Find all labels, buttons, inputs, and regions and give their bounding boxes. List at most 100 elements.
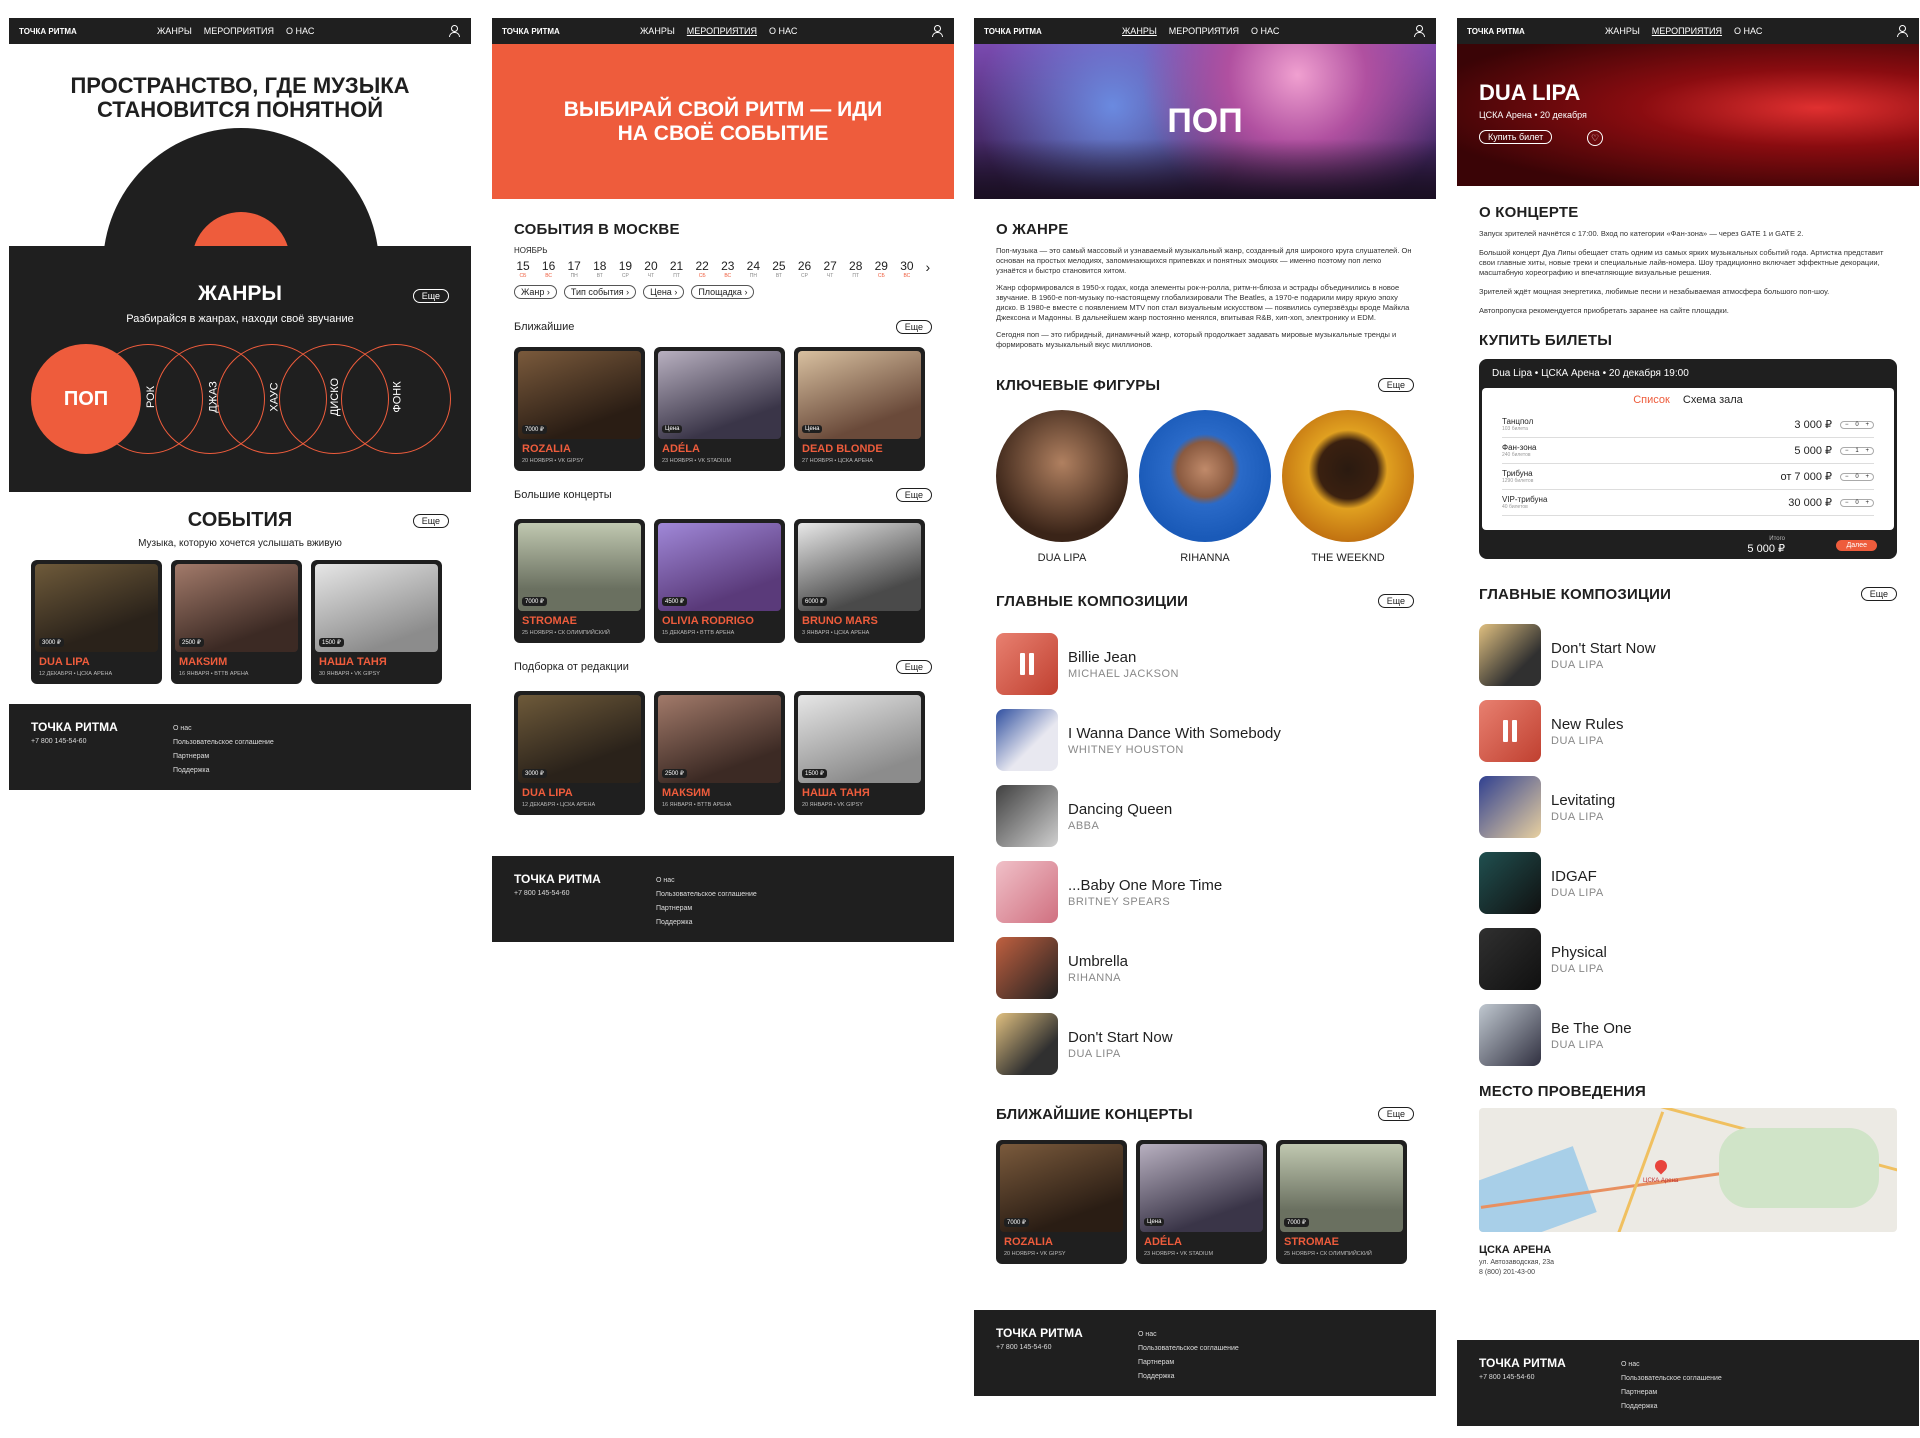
event-card[interactable]: 7000 ₽ STROMAE 25 НОЯБРЯ • СК ОЛИМПИЙСКИЙ — [514, 519, 645, 643]
song-row[interactable]: Be The One DUA LIPA — [1457, 997, 1919, 1073]
footer-link-support[interactable]: Поддержка — [1621, 1400, 1722, 1414]
song-row[interactable]: Don't Start Now DUA LIPA — [974, 1006, 1436, 1082]
genres-more-button[interactable]: Еще — [412, 289, 449, 303]
footer-link-partners[interactable]: Партнерам — [1138, 1356, 1239, 1370]
nav-about[interactable]: О НАС — [769, 26, 797, 36]
event-card[interactable]: Цена DEAD BLONDE 27 НОЯБРЯ • ЦСКА АРЕНА — [794, 347, 925, 471]
tab-seat-map[interactable]: Схема зала — [1683, 394, 1743, 406]
event-card[interactable]: 1500 ₽ НАША ТАНЯ 30 ЯНВАРЯ • VK GIPSY — [311, 560, 442, 684]
user-icon[interactable] — [1897, 25, 1908, 37]
nav-genres[interactable]: ЖАНРЫ — [1605, 26, 1640, 36]
buy-ticket-button[interactable]: Купить билет — [1479, 130, 1553, 144]
heart-icon[interactable]: ♡ — [1587, 130, 1603, 146]
events-more-button[interactable]: Еще — [412, 514, 449, 528]
user-icon[interactable] — [1414, 25, 1425, 37]
event-card[interactable]: 6000 ₽ BRUNO MARS 3 ЯНВАРЯ • ЦСКА АРЕНА — [794, 519, 925, 643]
song-row[interactable]: IDGAF DUA LIPA — [1457, 845, 1919, 921]
venue-map[interactable]: ЦСКА Арена — [1479, 1108, 1897, 1232]
editors-more-button[interactable]: Еще — [895, 660, 932, 674]
quantity-stepper[interactable]: −1 + — [1840, 446, 1874, 455]
filter-venue[interactable]: Площадка › — [691, 285, 755, 299]
logo[interactable]: ТОЧКА РИТМА — [19, 27, 99, 36]
nav-events[interactable]: МЕРОПРИЯТИЯ — [1169, 26, 1239, 36]
next-button[interactable]: Далее — [1836, 540, 1877, 551]
nav-events[interactable]: МЕРОПРИЯТИЯ — [204, 26, 274, 36]
nav-about[interactable]: О НАС — [1734, 26, 1762, 36]
nav-genres[interactable]: ЖАНРЫ — [157, 26, 192, 36]
genre-pop[interactable]: ПОП — [31, 344, 141, 454]
footer-link-terms[interactable]: Пользовательское соглашение — [1138, 1342, 1239, 1356]
song-row[interactable]: Physical DUA LIPA — [1457, 921, 1919, 997]
filter-price[interactable]: Цена › — [643, 285, 685, 299]
event-card[interactable]: 7000 ₽ ROZALIA 20 НОЯБРЯ • VK GIPSY — [996, 1140, 1127, 1264]
event-card[interactable]: 2500 ₽ МАКSИМ 16 ЯНВАРЯ • BTTB АРЕНА — [654, 691, 785, 815]
song-row[interactable]: Dancing Queen ABBA — [974, 778, 1436, 854]
date-item[interactable]: 29 СБ — [872, 259, 890, 283]
user-icon[interactable] — [449, 25, 460, 37]
logo[interactable]: ТОЧКА РИТМА — [984, 27, 1064, 36]
footer-link-terms[interactable]: Пользовательское соглашение — [1621, 1372, 1722, 1386]
event-card[interactable]: 2500 ₽ МАКSИМ 16 ЯНВАРЯ • BTTB АРЕНА — [171, 560, 302, 684]
figure-dua-lipa[interactable]: DUA LIPA — [996, 410, 1128, 564]
quantity-stepper[interactable]: −0 + — [1840, 472, 1874, 481]
quantity-stepper[interactable]: −0 + — [1840, 420, 1874, 429]
date-item[interactable]: 30 ВС — [898, 259, 916, 283]
song-row[interactable]: Billie Jean MICHAEL JACKSON — [974, 626, 1436, 702]
chevron-right-icon[interactable]: › — [926, 259, 931, 283]
tab-list[interactable]: Список — [1633, 394, 1670, 406]
nav-events[interactable]: МЕРОПРИЯТИЯ — [687, 26, 757, 36]
filter-type[interactable]: Тип события › — [563, 285, 637, 299]
big-more-button[interactable]: Еще — [895, 488, 932, 502]
event-card[interactable]: 1500 ₽ НАША ТАНЯ 20 ЯНВАРЯ • VK GIPSY — [794, 691, 925, 815]
footer-link-support[interactable]: Поддержка — [173, 764, 274, 778]
event-card[interactable]: 4500 ₽ OLIVIA RODRIGO 15 ДЕКАБРЯ • BTTB АР… — [654, 519, 785, 643]
date-item[interactable]: 21 ПТ — [668, 259, 686, 283]
songs-more-button[interactable]: Еще — [1377, 594, 1414, 608]
event-card[interactable]: 7000 ₽ ROZALIA 20 НОЯБРЯ • VK GIPSY — [514, 347, 645, 471]
logo[interactable]: ТОЧКА РИТМА — [502, 27, 582, 36]
date-item[interactable]: 16 ВС — [540, 259, 558, 283]
event-card[interactable]: 3000 ₽ DUA LIPA 12 ДЕКАБРЯ • ЦСКА АРЕНА — [514, 691, 645, 815]
date-item[interactable]: 25 ВТ — [770, 259, 788, 283]
date-item[interactable]: 23 ВС — [719, 259, 737, 283]
date-item[interactable]: 24 ПН — [744, 259, 762, 283]
footer-link-terms[interactable]: Пользовательское соглашение — [656, 888, 757, 902]
logo[interactable]: ТОЧКА РИТМА — [1467, 27, 1547, 36]
figure-rihanna[interactable]: RIHANNA — [1139, 410, 1271, 564]
date-item[interactable]: 26 СР — [796, 259, 814, 283]
date-item[interactable]: 28 ПТ — [847, 259, 865, 283]
event-card[interactable]: Цена ADÉLA 23 НОЯБРЯ • VK STADIUM — [1136, 1140, 1267, 1264]
song-row[interactable]: Don't Start Now DUA LIPA — [1457, 617, 1919, 693]
nav-events[interactable]: МЕРОПРИЯТИЯ — [1652, 26, 1722, 36]
date-item[interactable]: 20 ЧТ — [642, 259, 660, 283]
footer-link-about[interactable]: О нас — [656, 874, 757, 888]
figures-more-button[interactable]: Еще — [1377, 378, 1414, 392]
footer-link-partners[interactable]: Партнерам — [173, 750, 274, 764]
date-item[interactable]: 19 СР — [616, 259, 634, 283]
genre-phonk[interactable]: ФОНК — [341, 344, 451, 454]
nav-about[interactable]: О НАС — [1251, 26, 1279, 36]
nav-about[interactable]: О НАС — [286, 26, 314, 36]
event-card[interactable]: 3000 ₽ DUA LIPA 12 ДЕКАБРЯ • ЦСКА АРЕНА — [31, 560, 162, 684]
date-item[interactable]: 18 ВТ — [591, 259, 609, 283]
event-card[interactable]: 7000 ₽ STROMAE 25 НОЯБРЯ • СК ОЛИМПИЙСКИЙ — [1276, 1140, 1407, 1264]
footer-link-partners[interactable]: Партнерам — [656, 902, 757, 916]
footer-link-about[interactable]: О нас — [173, 722, 274, 736]
concerts-more-button[interactable]: Еще — [1377, 1107, 1414, 1121]
song-row[interactable]: Umbrella RIHANNA — [974, 930, 1436, 1006]
figure-the-weeknd[interactable]: THE WEEKND — [1282, 410, 1414, 564]
quantity-stepper[interactable]: −0 + — [1840, 498, 1874, 507]
song-row[interactable]: ...Baby One More Time BRITNEY SPEARS — [974, 854, 1436, 930]
song-row[interactable]: New Rules DUA LIPA — [1457, 693, 1919, 769]
footer-link-partners[interactable]: Партнерам — [1621, 1386, 1722, 1400]
nav-genres[interactable]: ЖАНРЫ — [640, 26, 675, 36]
pause-icon[interactable] — [996, 633, 1058, 695]
filter-genre[interactable]: Жанр › — [514, 285, 557, 299]
nearest-more-button[interactable]: Еще — [895, 320, 932, 334]
song-row[interactable]: I Wanna Dance With Somebody WHITNEY HOUST… — [974, 702, 1436, 778]
concert-songs-more-button[interactable]: Еще — [1860, 587, 1897, 601]
date-item[interactable]: 15 СБ — [514, 259, 532, 283]
date-item[interactable]: 22 СБ — [693, 259, 711, 283]
footer-link-terms[interactable]: Пользовательское соглашение — [173, 736, 274, 750]
user-icon[interactable] — [932, 25, 943, 37]
